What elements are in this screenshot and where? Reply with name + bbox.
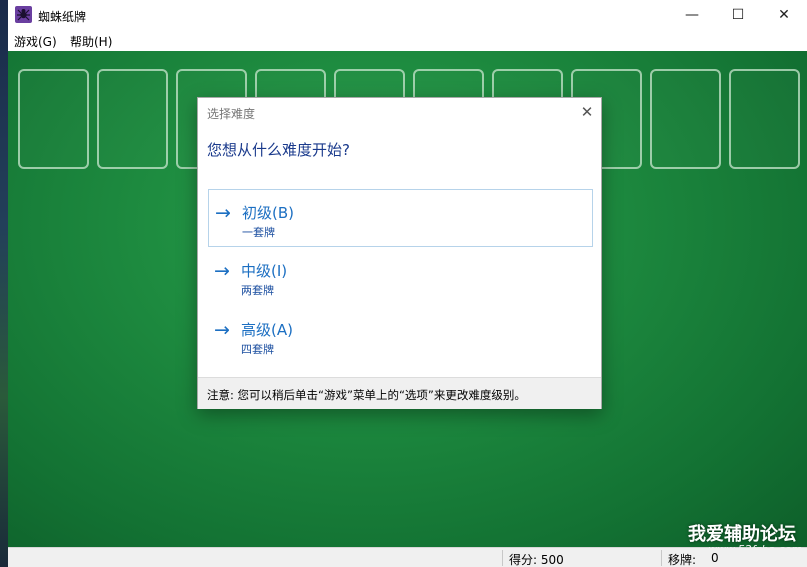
moves-label: 移牌: [668,553,697,567]
tableau-slot[interactable] [650,69,721,169]
dialog-footer: 注意: 您可以稍后单击“游戏”菜单上的“选项”来更改难度级别。 [198,377,601,409]
maximize-button[interactable]: ☐ [715,0,761,30]
score-text: 得分: 500 [509,553,564,567]
menu-help[interactable]: 帮助(H) [70,33,112,50]
menu-bar: 游戏(G) 帮助(H) [8,30,807,51]
menu-game[interactable]: 游戏(G) [14,33,57,50]
difficulty-dialog: 选择难度 ✕ 您想从什么难度开始? → 初级(B) 一套牌 → 中级(I) 两套… [197,97,602,409]
tableau-slot[interactable] [18,69,89,169]
dialog-title: 选择难度 [207,107,256,121]
tableau-slot[interactable] [97,69,168,169]
arrow-right-icon: → [214,260,230,282]
option-subtitle: 一套牌 [242,226,275,239]
option-label: 初级(B) [242,204,294,222]
dialog-close-button[interactable]: ✕ [576,101,598,123]
difficulty-intermediate-option[interactable]: → 中级(I) 两套牌 [208,248,593,306]
desktop-background [0,0,8,567]
title-bar[interactable]: 蜘蛛纸牌 — ☐ ✕ [8,0,807,30]
status-separator [661,550,662,566]
spider-icon [15,6,32,23]
dialog-note: 注意: 您可以稍后单击“游戏”菜单上的“选项”来更改难度级别。 [207,388,526,402]
status-separator [502,550,503,566]
dialog-heading: 您想从什么难度开始? [207,141,350,159]
arrow-right-icon: → [215,202,231,224]
tableau-slot[interactable] [729,69,800,169]
arrow-right-icon: → [214,319,230,341]
minimize-button[interactable]: — [669,0,715,30]
difficulty-advanced-option[interactable]: → 高级(A) 四套牌 [208,307,593,365]
option-subtitle: 四套牌 [241,343,274,356]
watermark-url: www.52fzba.com [708,543,803,556]
option-label: 高级(A) [241,321,293,339]
option-label: 中级(I) [241,262,288,280]
close-button[interactable]: ✕ [761,0,807,30]
option-subtitle: 两套牌 [241,284,274,297]
window-title: 蜘蛛纸牌 [38,10,87,24]
difficulty-beginner-option[interactable]: → 初级(B) 一套牌 [208,189,593,247]
status-bar: 得分: 500 移牌: 0 [8,547,807,567]
